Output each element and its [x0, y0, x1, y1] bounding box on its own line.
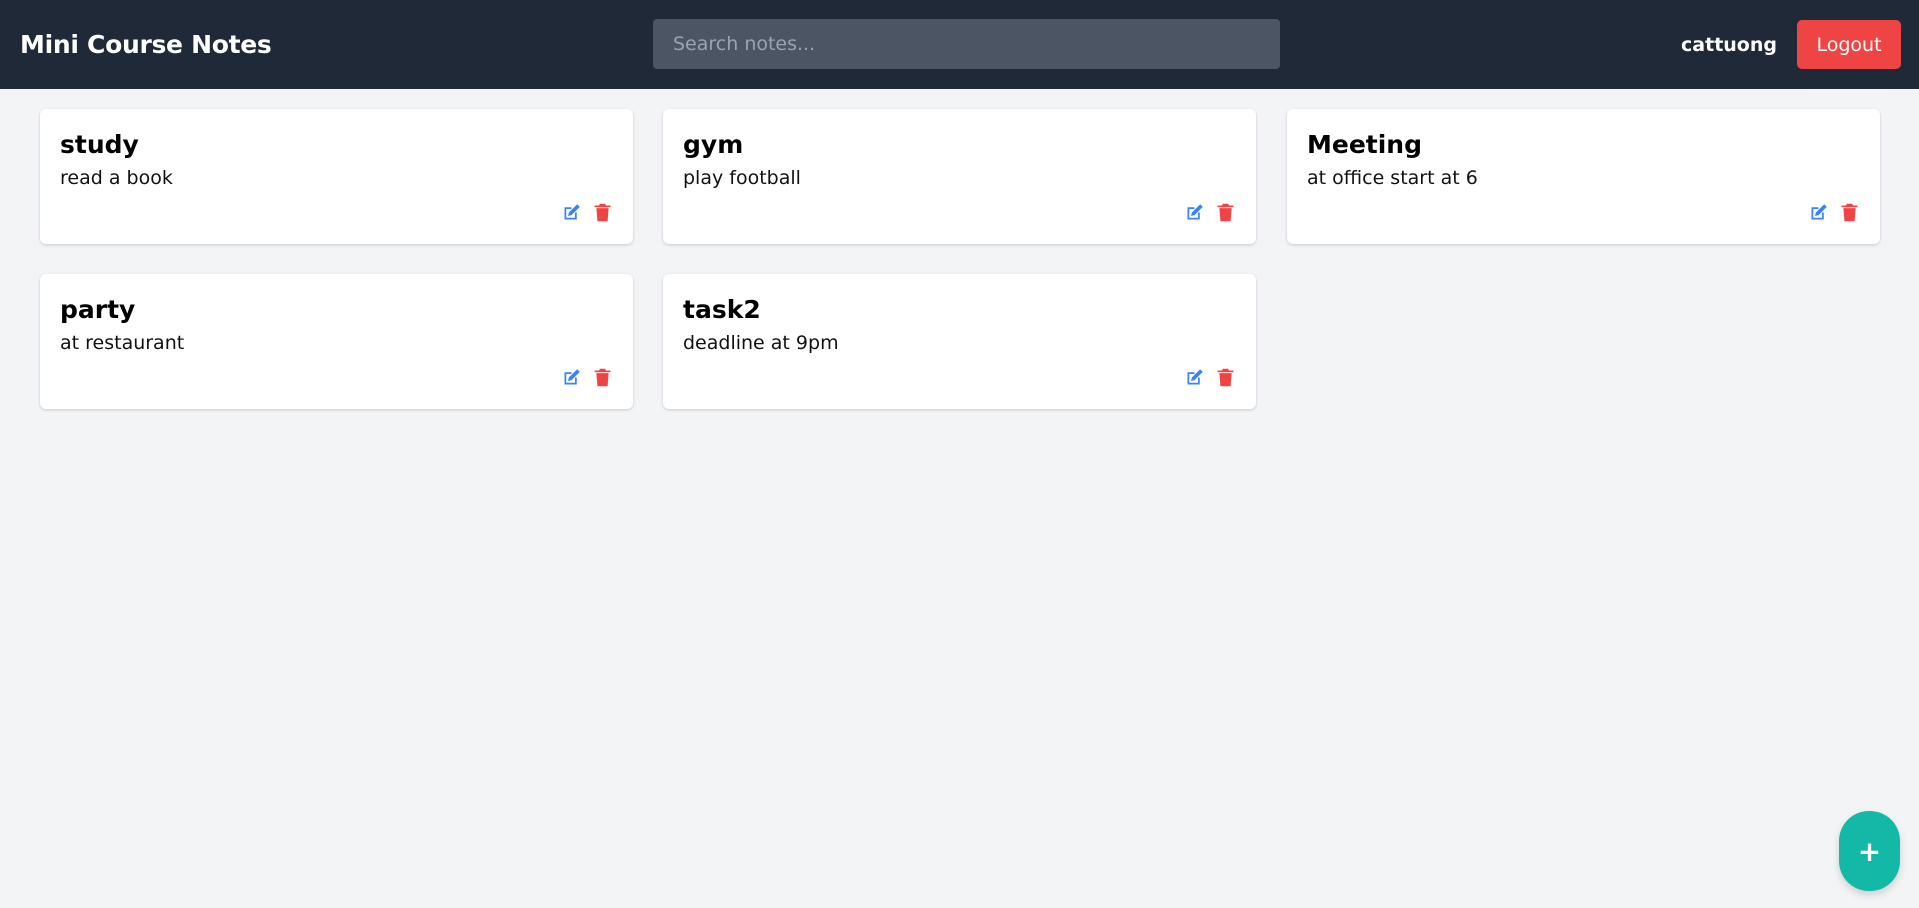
note-content: at restaurant	[60, 332, 185, 354]
note-card: party at restaurant	[40, 274, 633, 409]
trash-icon[interactable]	[1215, 202, 1236, 223]
username-label: cattuong	[1681, 34, 1777, 56]
note-content: read a book	[60, 167, 173, 189]
note-card: gym play football	[663, 109, 1256, 244]
plus-icon: +	[1857, 834, 1882, 868]
note-content: deadline at 9pm	[683, 332, 839, 354]
note-title: party	[60, 295, 136, 324]
note-actions	[1808, 202, 1860, 223]
edit-icon[interactable]	[1184, 367, 1205, 388]
edit-icon[interactable]	[561, 202, 582, 223]
note-content: play football	[683, 167, 801, 189]
trash-icon[interactable]	[1839, 202, 1860, 223]
note-card: task2 deadline at 9pm	[663, 274, 1256, 409]
note-title: gym	[683, 130, 744, 159]
note-card: study read a book	[40, 109, 633, 244]
note-title: study	[60, 130, 139, 159]
note-actions	[561, 202, 613, 223]
trash-icon[interactable]	[592, 367, 613, 388]
note-title: task2	[683, 295, 761, 324]
edit-icon[interactable]	[561, 367, 582, 388]
note-card: Meeting at office start at 6	[1287, 109, 1880, 244]
edit-icon[interactable]	[1184, 202, 1205, 223]
trash-icon[interactable]	[1215, 367, 1236, 388]
trash-icon[interactable]	[592, 202, 613, 223]
note-content: at office start at 6	[1307, 167, 1478, 189]
note-actions	[1184, 202, 1236, 223]
note-actions	[1184, 367, 1236, 388]
edit-icon[interactable]	[1808, 202, 1829, 223]
logout-button[interactable]: Logout	[1797, 20, 1901, 69]
search-input[interactable]	[653, 19, 1280, 69]
top-navbar: Mini Course Notes cattuong Logout	[0, 0, 1919, 89]
add-note-button[interactable]: +	[1839, 811, 1900, 891]
app-title: Mini Course Notes	[20, 30, 272, 59]
note-title: Meeting	[1307, 130, 1423, 159]
note-actions	[561, 367, 613, 388]
